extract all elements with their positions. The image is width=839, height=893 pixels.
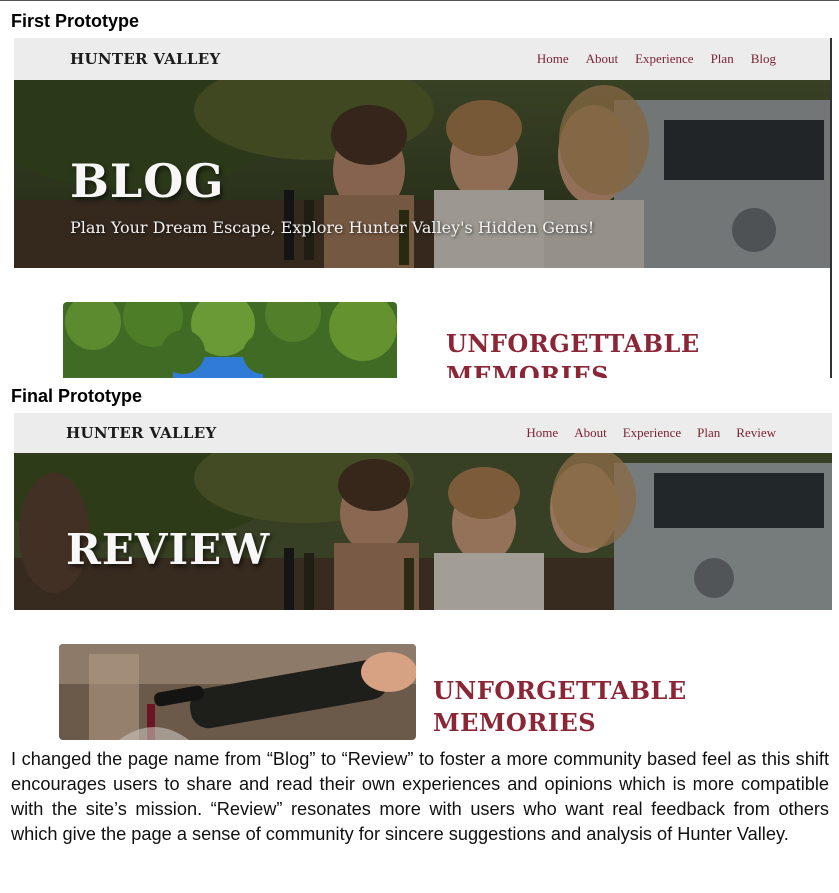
nav-plan-link[interactable]: Plan [711, 51, 734, 67]
first-nav-bar: HUNTER VALLEY Home About Experience Plan… [14, 38, 832, 80]
nav-review-link[interactable]: Review [736, 425, 776, 441]
final-card-heading: UNFORGETTABLE MEMORIES [433, 675, 687, 739]
final-hero-banner: REVIEW [14, 453, 832, 610]
first-hero-banner: BLOG Plan Your Dream Escape, Explore Hun… [14, 80, 832, 268]
first-brand-logo[interactable]: HUNTER VALLEY [70, 50, 221, 68]
final-nav-bar: HUNTER VALLEY Home About Experience Plan… [14, 413, 832, 453]
tree-foliage-photo [63, 302, 397, 378]
wine-pouring-photo [59, 644, 416, 740]
top-border [0, 0, 839, 1]
final-card-image [59, 644, 416, 740]
nav-home-link[interactable]: Home [526, 425, 558, 441]
first-card-heading-line2: MEMORIES [446, 361, 610, 378]
nav-blog-link[interactable]: Blog [751, 51, 776, 67]
final-prototype-screenshot: HUNTER VALLEY Home About Experience Plan… [14, 413, 832, 740]
final-prototype-label: Final Prototype [11, 386, 143, 406]
final-nav-links: Home About Experience Plan Review [526, 425, 776, 441]
final-brand-logo[interactable]: HUNTER VALLEY [66, 424, 217, 442]
first-hero-subtitle: Plan Your Dream Escape, Explore Hunter V… [70, 218, 595, 237]
first-prototype-label: First Prototype [11, 11, 140, 31]
final-hero-title: REVIEW [66, 525, 271, 574]
first-card-heading: UNFORGETTABLE MEMORIES [446, 328, 700, 378]
nav-plan-link[interactable]: Plan [697, 425, 720, 441]
first-card-image [63, 302, 397, 378]
final-card-heading-line1: UNFORGETTABLE [433, 676, 687, 705]
first-hero-title: BLOG [70, 154, 225, 208]
nav-home-link[interactable]: Home [537, 51, 569, 67]
first-prototype-screenshot: HUNTER VALLEY Home About Experience Plan… [14, 38, 832, 378]
nav-about-link[interactable]: About [574, 425, 607, 441]
first-card-heading-line1: UNFORGETTABLE [446, 329, 700, 358]
explanation-paragraph: I changed the page name from “Blog” to “… [11, 749, 829, 844]
nav-experience-link[interactable]: Experience [635, 51, 693, 67]
first-frame-edge [830, 38, 832, 378]
final-card-heading-line2: MEMORIES [433, 708, 597, 737]
nav-about-link[interactable]: About [586, 51, 619, 67]
nav-experience-link[interactable]: Experience [623, 425, 681, 441]
first-nav-links: Home About Experience Plan Blog [537, 51, 776, 67]
